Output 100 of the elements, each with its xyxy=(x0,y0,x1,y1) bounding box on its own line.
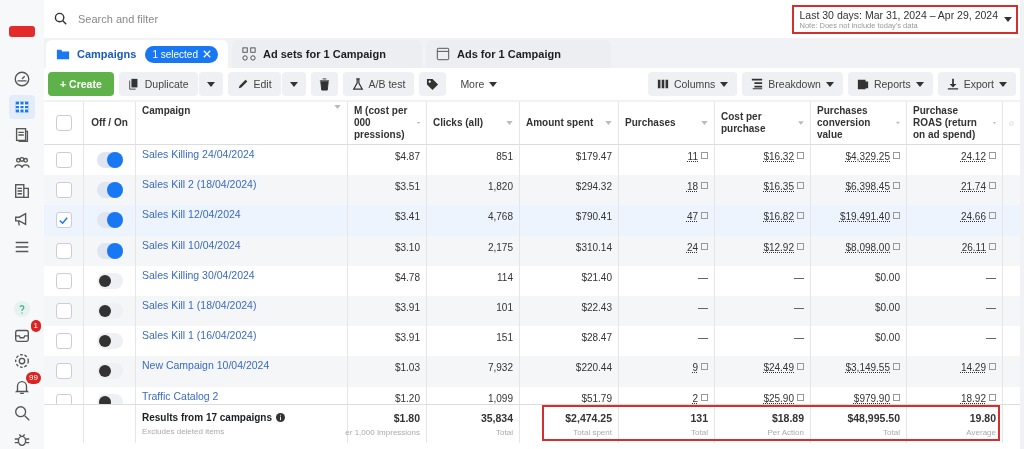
table-cell: 24.66 xyxy=(960,211,986,223)
results-summary: Results from 17 campaigns xyxy=(142,412,273,423)
window-icon xyxy=(436,47,450,61)
row-checkbox[interactable] xyxy=(55,363,72,380)
table-cell: $16.32 xyxy=(763,151,794,162)
toggle-switch[interactable] xyxy=(96,212,123,229)
table-cell: 114 xyxy=(497,271,513,283)
table-cell: — xyxy=(794,301,804,313)
table-cell: — xyxy=(794,271,804,283)
selection-chip[interactable]: 1 selected xyxy=(145,45,218,63)
campaign-link[interactable]: Sales Kill 1 (18/04/2024) xyxy=(142,298,257,311)
edit-button[interactable]: Edit xyxy=(227,72,281,96)
columns-icon xyxy=(656,78,669,90)
table-cell: 2,175 xyxy=(487,241,513,253)
column-header[interactable]: M (cost per 000 pressions) xyxy=(354,105,413,141)
table-cell: $1.03 xyxy=(394,362,420,374)
column-header[interactable]: Cost per purchase xyxy=(721,111,795,135)
table-cell: 1,099 xyxy=(487,392,513,404)
columns-button[interactable]: Columns xyxy=(647,72,738,96)
checkmark-icon xyxy=(58,214,69,226)
toggle-switch[interactable] xyxy=(96,303,123,320)
total-value: $2,474.25 xyxy=(565,411,612,424)
table-cell: — xyxy=(986,301,996,313)
table-cell: $220.44 xyxy=(575,362,612,374)
dropdown-button[interactable] xyxy=(281,72,306,96)
table-cell: 9 xyxy=(692,362,698,374)
toggle-switch[interactable] xyxy=(96,333,123,350)
table-cell: $16.35 xyxy=(763,181,794,193)
campaign-link[interactable]: Sales Killing 24/04/2024 xyxy=(142,148,255,160)
duplicate-button[interactable]: Duplicate xyxy=(118,72,198,96)
table-cell: $12.92 xyxy=(763,241,794,253)
column-header[interactable]: Purchases conversion value xyxy=(817,105,893,141)
info-icon[interactable] xyxy=(276,413,286,422)
search-icon[interactable] xyxy=(13,404,31,422)
tab[interactable]: Ad sets for 1 Campaign xyxy=(232,40,422,68)
table-cell: $310.14 xyxy=(575,241,612,253)
tab[interactable]: Ads for 1 Campaign xyxy=(426,40,611,68)
table-icon[interactable] xyxy=(9,95,35,119)
column-header[interactable]: Clicks (all) xyxy=(433,117,484,129)
row-checkbox[interactable] xyxy=(55,393,72,404)
column-header[interactable]: Amount spent xyxy=(526,117,594,129)
total-value: $18.89 xyxy=(771,411,804,424)
toggle-switch[interactable] xyxy=(96,393,123,404)
toggle-switch[interactable] xyxy=(96,152,123,169)
search-icon xyxy=(54,12,68,26)
flask-icon xyxy=(351,78,364,90)
campaign-link[interactable]: Sales Killing 30/04/2024 xyxy=(142,268,255,281)
row-checkbox[interactable] xyxy=(55,333,72,350)
campaign-link[interactable]: Traffic Catalog 2 xyxy=(142,389,219,402)
table-cell: $3.91 xyxy=(394,332,420,344)
table-cell: $4,329.25 xyxy=(845,151,890,162)
breakdown-button[interactable]: Breakdown xyxy=(742,72,843,96)
table-cell: 47 xyxy=(686,211,698,223)
table-cell: 18 xyxy=(686,181,698,193)
table-cell: $179.47 xyxy=(575,151,612,162)
download-icon xyxy=(946,78,959,90)
table-cell: 14.29 xyxy=(960,362,986,374)
campaign-link[interactable]: Sales Kill 10/04/2024 xyxy=(142,238,241,251)
reports-button[interactable]: Reports xyxy=(847,72,933,96)
dropdown-button[interactable] xyxy=(198,72,223,96)
total-value: 19.80 xyxy=(969,411,996,424)
column-header[interactable]: Off / On xyxy=(91,117,128,129)
campaign-link[interactable]: Sales Kill 12/04/2024 xyxy=(142,208,241,221)
ab-test-button[interactable]: A/B test xyxy=(342,72,415,96)
table-cell: $3.51 xyxy=(394,181,420,193)
row-checkbox[interactable] xyxy=(55,212,72,229)
campaign-link[interactable]: Sales Kill 1 (16/04/2024) xyxy=(142,329,257,342)
toggle-switch[interactable] xyxy=(96,363,123,380)
toggle-switch[interactable] xyxy=(96,242,123,259)
row-checkbox[interactable] xyxy=(55,303,72,320)
export-button[interactable]: Export xyxy=(937,72,1016,96)
row-checkbox[interactable] xyxy=(55,272,72,289)
toggle-switch[interactable] xyxy=(96,182,123,199)
bell-icon[interactable] xyxy=(13,378,31,396)
table-cell: 24.12 xyxy=(960,151,986,162)
campaign-link[interactable]: Sales Kill 2 (18/04/2024) xyxy=(142,178,257,191)
row-checkbox[interactable] xyxy=(55,242,72,259)
report-icon xyxy=(856,78,869,90)
table-cell: 2 xyxy=(692,392,698,404)
table-cell: — xyxy=(986,271,996,283)
table-cell: — xyxy=(698,332,708,344)
table-cell: 21.74 xyxy=(960,181,986,193)
column-header[interactable]: Purchase ROAS (return on ad spend) xyxy=(913,105,989,141)
column-header[interactable]: Purchases xyxy=(625,117,676,129)
tag-button[interactable] xyxy=(419,72,447,96)
table-cell: $294.32 xyxy=(575,181,612,193)
row-checkbox[interactable] xyxy=(55,182,72,199)
select-all-checkbox[interactable] xyxy=(55,115,72,131)
column-header[interactable]: Campaign xyxy=(142,105,191,117)
campaign-link[interactable]: New Campaign 10/04/2024 xyxy=(142,359,270,372)
trash-icon xyxy=(317,77,331,91)
grid-icon xyxy=(242,47,256,61)
table-cell: — xyxy=(698,271,708,283)
delete-button[interactable] xyxy=(310,72,338,96)
close-icon[interactable] xyxy=(203,50,211,58)
table-cell: $6,398.45 xyxy=(845,181,890,193)
toggle-switch[interactable] xyxy=(96,272,123,289)
tab[interactable]: Campaigns 1 selected xyxy=(46,40,228,68)
row-checkbox[interactable] xyxy=(55,152,72,169)
gear-icon[interactable] xyxy=(13,352,31,370)
